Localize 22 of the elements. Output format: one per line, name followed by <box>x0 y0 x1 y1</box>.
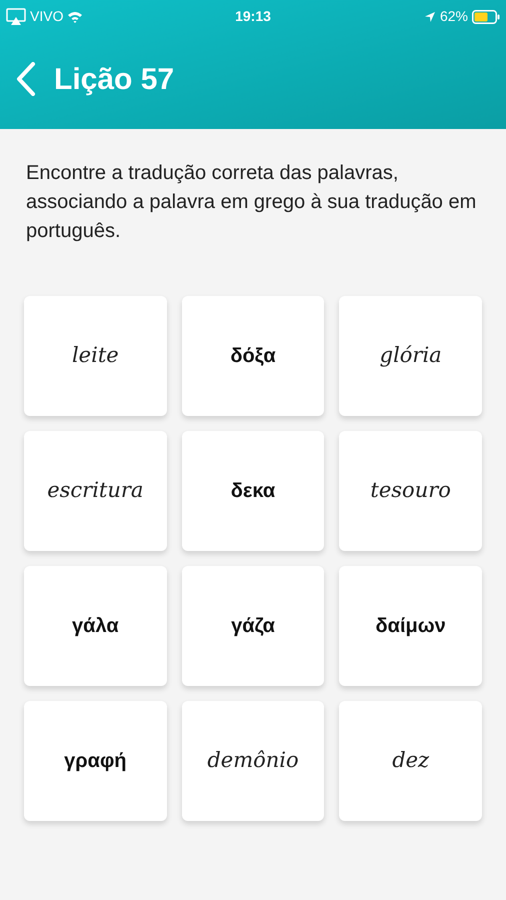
page-title: Lição 57 <box>54 62 174 98</box>
word-card[interactable]: escritura <box>24 431 167 551</box>
word-card[interactable]: γάλα <box>24 566 167 686</box>
word-card[interactable]: δεκα <box>182 431 324 551</box>
back-chevron-icon[interactable] <box>16 62 36 96</box>
location-arrow-icon <box>424 10 436 22</box>
word-card[interactable]: tesouro <box>339 431 482 551</box>
instructions-text: Encontre a tradução correta das palavras, associando a palavra em grego à sua tradução em português. <box>25 161 478 244</box>
word-card[interactable]: leite <box>24 296 167 416</box>
clock: 19:13 <box>234 7 272 26</box>
carrier-name: VIVO <box>30 7 64 26</box>
word-card[interactable]: γάζα <box>182 566 324 686</box>
battery-percentage: 62% <box>440 7 468 26</box>
word-card[interactable]: dez <box>339 701 482 821</box>
word-card[interactable]: demônio <box>182 701 324 821</box>
screen-mirroring-icon <box>6 8 26 26</box>
word-card[interactable]: γραφή <box>24 701 167 821</box>
word-card[interactable]: glória <box>339 296 482 416</box>
wifi-icon <box>67 10 84 22</box>
battery-icon <box>472 10 500 24</box>
word-card[interactable]: δαίμων <box>339 566 482 686</box>
word-card[interactable]: δόξα <box>182 296 324 416</box>
